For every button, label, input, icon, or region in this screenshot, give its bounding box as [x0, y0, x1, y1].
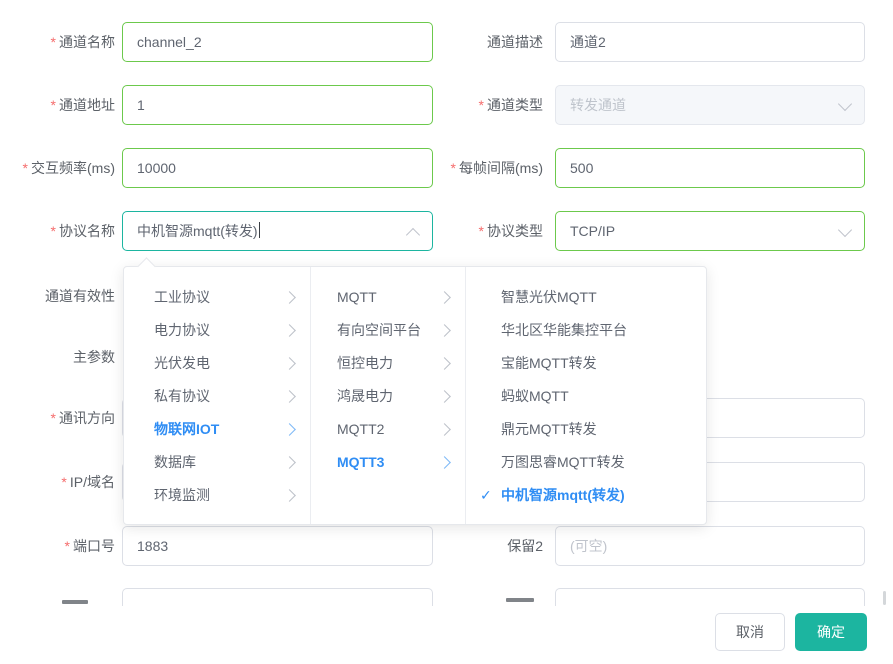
cascader-item[interactable]: 鼎元MQTT转发 [466, 413, 706, 446]
interact-freq-label: *交互频率(ms) [0, 148, 115, 188]
reserve2-input[interactable] [555, 526, 865, 566]
cascader-item[interactable]: 鸿晟电力 [311, 380, 465, 413]
cascader-item[interactable]: 光伏发电 [124, 347, 310, 380]
chevron-right-icon [438, 390, 451, 403]
required-asterisk: * [65, 538, 70, 554]
required-asterisk: * [479, 97, 484, 113]
interact-freq-input[interactable] [122, 148, 433, 188]
cascader-column-2: MQTT 有向空间平台 恒控电力 鸿晟电力 MQTT2 MQTT3 [311, 267, 466, 524]
chevron-right-icon [438, 291, 451, 304]
cascader-column-1: 工业协议 电力协议 光伏发电 私有协议 物联网IOT 数据库 环境监测 [124, 267, 311, 524]
cascader-item[interactable]: MQTT [311, 281, 465, 314]
cascader-item-active[interactable]: MQTT3 [311, 446, 465, 479]
chevron-right-icon [283, 456, 296, 469]
channel-validity-label: 通道有效性 [0, 276, 115, 316]
clipped-label-fragment [506, 598, 534, 602]
cascader-item[interactable]: 电力协议 [124, 314, 310, 347]
required-asterisk: * [51, 97, 56, 113]
chevron-right-icon [283, 489, 296, 502]
reserve2-label: 保留2 [428, 526, 543, 566]
channel-type-select: 转发通道 [555, 85, 865, 125]
ip-domain-label: *IP/域名 [0, 462, 115, 502]
chevron-right-icon [283, 390, 296, 403]
required-asterisk: * [61, 474, 66, 490]
chevron-right-icon [283, 357, 296, 370]
channel-name-input[interactable] [122, 22, 433, 62]
chevron-right-icon [438, 324, 451, 337]
frame-interval-input[interactable] [555, 148, 865, 188]
required-asterisk: * [51, 223, 56, 239]
channel-addr-input[interactable] [122, 85, 433, 125]
channel-name-label: *通道名称 [0, 22, 115, 62]
channel-addr-label: *通道地址 [0, 85, 115, 125]
cascader-item[interactable]: 智慧光伏MQTT [466, 281, 706, 314]
cascader-item[interactable]: MQTT2 [311, 413, 465, 446]
check-icon: ✓ [480, 479, 501, 512]
comm-direction-label: *通讯方向 [0, 398, 115, 438]
chevron-right-icon [438, 456, 451, 469]
chevron-right-icon [283, 423, 296, 436]
protocol-name-input[interactable]: 中机智源mqtt(转发) [122, 211, 433, 251]
protocol-type-select[interactable]: TCP/IP [555, 211, 865, 251]
scrollbar-thumb[interactable] [883, 591, 886, 605]
protocol-type-value: TCP/IP [570, 212, 615, 250]
port-input[interactable] [122, 526, 433, 566]
cascader-item[interactable]: 蚂蚁MQTT [466, 380, 706, 413]
cascader-item[interactable]: 私有协议 [124, 380, 310, 413]
protocol-type-label: *协议类型 [428, 211, 543, 251]
clipped-label-fragment [62, 600, 88, 604]
frame-interval-label: *每帧间隔(ms) [428, 148, 543, 188]
required-asterisk: * [51, 34, 56, 50]
cascader-item[interactable]: 有向空间平台 [311, 314, 465, 347]
text-caret [259, 222, 260, 238]
chevron-right-icon [438, 423, 451, 436]
channel-desc-input[interactable] [555, 22, 865, 62]
cascader-item-active[interactable]: 物联网IOT [124, 413, 310, 446]
channel-type-value: 转发通道 [570, 86, 626, 124]
protocol-name-value: 中机智源mqtt(转发) [137, 212, 258, 250]
cascader-item[interactable]: 华北区华能集控平台 [466, 314, 706, 347]
chevron-down-icon [838, 97, 852, 111]
main-param-label: 主参数 [0, 337, 115, 377]
chevron-down-icon [838, 223, 852, 237]
chevron-right-icon [283, 291, 296, 304]
dialog-footer: 取消 确定 [0, 606, 893, 664]
channel-desc-label: 通道描述 [428, 22, 543, 62]
cascader-item-selected[interactable]: ✓中机智源mqtt(转发) [466, 479, 706, 512]
channel-type-label: *通道类型 [428, 85, 543, 125]
cascader-item[interactable]: 环境监测 [124, 479, 310, 512]
cancel-button[interactable]: 取消 [715, 613, 785, 651]
chevron-right-icon [438, 357, 451, 370]
cascader-item[interactable]: 万图思睿MQTT转发 [466, 446, 706, 479]
cascader-column-3: 智慧光伏MQTT 华北区华能集控平台 宝能MQTT转发 蚂蚁MQTT 鼎元MQT… [466, 267, 706, 524]
chevron-right-icon [283, 324, 296, 337]
cascader-item[interactable]: 工业协议 [124, 281, 310, 314]
cascader-item[interactable]: 恒控电力 [311, 347, 465, 380]
protocol-name-label: *协议名称 [0, 211, 115, 251]
port-label: *端口号 [0, 526, 115, 566]
required-asterisk: * [451, 160, 456, 176]
cascader-item[interactable]: 宝能MQTT转发 [466, 347, 706, 380]
chevron-up-icon [406, 228, 420, 242]
cascader-item[interactable]: 数据库 [124, 446, 310, 479]
required-asterisk: * [51, 410, 56, 426]
channel-edit-form: *通道名称 通道描述 *通道地址 *通道类型 转发通道 *交互频率(ms) *每… [0, 0, 893, 664]
required-asterisk: * [23, 160, 28, 176]
required-asterisk: * [479, 223, 484, 239]
protocol-cascader-panel: 工业协议 电力协议 光伏发电 私有协议 物联网IOT 数据库 环境监测 MQTT… [123, 266, 707, 525]
confirm-button[interactable]: 确定 [795, 613, 867, 651]
